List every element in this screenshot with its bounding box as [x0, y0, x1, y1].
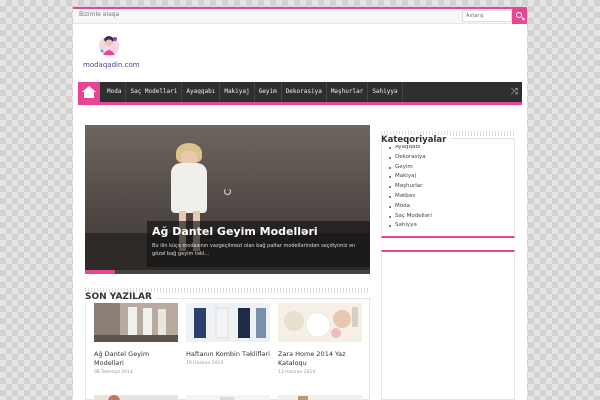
page-container: Bizimle əlaqə modaqadin.com Moda Saç Mod…: [73, 7, 527, 400]
category-link[interactable]: Məşhurlar: [388, 182, 508, 192]
post-date: 08 Temmuz 2014: [94, 370, 133, 375]
nav-item-ayaqqabi[interactable]: Ayaqqabı: [182, 82, 221, 102]
post-thumbnail[interactable]: [186, 395, 270, 400]
post-card[interactable]: Ağ Dantel Geyim Modelləri 08 Temmuz 2014: [94, 303, 178, 375]
post-thumbnail[interactable]: [278, 395, 362, 400]
top-bar: Bizimle əlaqə: [73, 7, 527, 24]
search-button[interactable]: [512, 9, 527, 24]
random-article-icon[interactable]: ⤨: [511, 87, 518, 97]
nav-menu: Moda Saç Modelləri Ayaqqabı Makiyaj Geyi…: [103, 82, 403, 102]
post-thumbnail[interactable]: [94, 303, 178, 342]
categories-list: Ayaqqabı Dekorasiya Geyim Makiyaj Məşhur…: [381, 138, 515, 238]
category-link[interactable]: Dekorasiya: [388, 153, 508, 163]
nav-item-meshurlar[interactable]: Məşhurlar: [327, 82, 369, 102]
post-date: 19 Haziran 2014: [186, 361, 224, 366]
category-link[interactable]: Moda: [388, 202, 508, 212]
main-nav: Moda Saç Modelləri Ayaqqabı Makiyaj Geyi…: [78, 82, 522, 105]
post-date: 13 Haziran 2014: [278, 370, 316, 375]
search-icon: [516, 12, 522, 18]
search-input[interactable]: [462, 10, 512, 22]
post-title[interactable]: Haftanın Kombin Təklifləri: [186, 350, 270, 359]
slider-progress: [85, 270, 370, 274]
nav-item-sac-modelleri[interactable]: Saç Modelləri: [126, 82, 183, 102]
logo-text: modaqadin.com: [83, 61, 140, 69]
nav-item-dekorasiya[interactable]: Dekorasiya: [282, 82, 327, 102]
post-title[interactable]: Ağ Dantel Geyim Modelləri: [94, 350, 178, 368]
category-link[interactable]: Geyim: [388, 163, 508, 173]
slide-title[interactable]: Ağ Dantel Geyim Modelləri: [152, 225, 365, 238]
nav-item-geyim[interactable]: Geyim: [255, 82, 282, 102]
category-link[interactable]: Makiyaj: [388, 172, 508, 182]
post-card[interactable]: Haftanın Kombin Təklifləri 19 Haziran 20…: [186, 303, 270, 366]
recent-posts: Ağ Dantel Geyim Modelləri 08 Temmuz 2014…: [85, 298, 370, 400]
category-link[interactable]: Mətbəx: [388, 192, 508, 202]
home-button[interactable]: [78, 82, 100, 102]
post-thumbnail[interactable]: [278, 303, 362, 342]
featured-slider[interactable]: Ağ Dantel Geyim Modelləri Bu ilin küçə m…: [85, 125, 370, 274]
post-thumbnail[interactable]: [186, 303, 270, 342]
nav-item-sehiyye[interactable]: Səhiyyə: [368, 82, 403, 102]
post-title[interactable]: Zara Home 2014 Yaz Kataloqu: [278, 350, 362, 368]
loading-spinner-icon: [224, 188, 231, 195]
slide-caption: Ağ Dantel Geyim Modelləri Bu ilin küçə m…: [147, 221, 370, 267]
contact-link[interactable]: Bizimle əlaqə: [79, 11, 119, 18]
sidebar-widget-box: [381, 250, 515, 400]
post-card[interactable]: Zara Home 2014 Yaz Kataloqu 13 Haziran 2…: [278, 303, 362, 375]
site-logo[interactable]: modaqadin.com: [83, 33, 140, 75]
logo-mark-icon: [99, 36, 119, 56]
nav-item-makiyaj[interactable]: Makiyaj: [220, 82, 255, 102]
nav-item-moda[interactable]: Moda: [103, 82, 127, 102]
post-thumbnail[interactable]: [94, 395, 178, 400]
category-link[interactable]: Saç Modelləri: [388, 212, 508, 222]
slide-description: Bu ilin küçə modasının vazgeçilmezi olan…: [152, 243, 356, 257]
recent-posts-heading: SON YAZILAR: [85, 284, 370, 302]
category-link[interactable]: Səhiyyə: [388, 221, 508, 231]
